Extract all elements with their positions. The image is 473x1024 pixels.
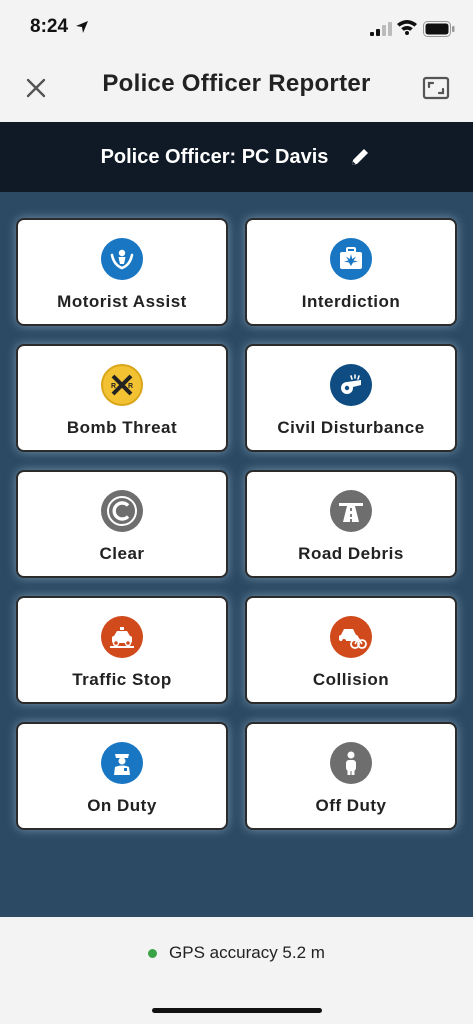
tile-road-debris[interactable]: Road Debris <box>245 470 457 578</box>
home-indicator[interactable] <box>152 1008 322 1013</box>
tile-label: Off Duty <box>315 796 387 815</box>
report-grid: Motorist Assist Interdiction R R Bomb Th… <box>16 218 458 830</box>
location-arrow-icon <box>76 21 88 33</box>
motorist-assist-icon <box>101 238 143 280</box>
tile-label: Civil Disturbance <box>277 418 425 437</box>
tile-label: Bomb Threat <box>66 418 178 437</box>
svg-text:R: R <box>111 383 116 390</box>
tile-label: Traffic Stop <box>72 670 172 689</box>
nav-bar: Police Officer Reporter <box>0 56 473 122</box>
status-bar: 8:24 <box>0 0 473 56</box>
traffic-stop-icon <box>101 616 143 658</box>
whistle-icon <box>330 364 372 406</box>
status-time: 8:24 <box>30 16 69 37</box>
battery-icon <box>423 21 455 37</box>
tile-civil-disturbance[interactable]: Civil Disturbance <box>245 344 457 452</box>
tile-label: Collision <box>312 670 390 689</box>
tile-off-duty[interactable]: Off Duty <box>245 722 457 830</box>
officer-icon <box>101 742 143 784</box>
tile-traffic-stop[interactable]: Traffic Stop <box>16 596 228 704</box>
tile-on-duty[interactable]: On Duty <box>16 722 228 830</box>
tile-label: On Duty <box>87 796 157 815</box>
person-icon <box>330 742 372 784</box>
gps-status-dot <box>148 948 158 958</box>
clear-icon <box>101 490 143 532</box>
road-icon <box>330 490 372 532</box>
officer-label: Police Officer: PC Davis <box>100 145 329 168</box>
expand-button[interactable] <box>421 73 451 103</box>
tile-interdiction[interactable]: Interdiction <box>245 218 457 326</box>
tile-motorist-assist[interactable]: Motorist Assist <box>16 218 228 326</box>
collision-icon <box>330 616 372 658</box>
footer: GPS accuracy 5.2 m <box>0 917 473 1024</box>
report-panel: Motorist Assist Interdiction R R Bomb Th… <box>0 192 473 917</box>
gps-status: GPS accuracy 5.2 m <box>0 943 473 963</box>
tile-label: Clear <box>99 544 145 563</box>
wifi-icon <box>397 20 417 35</box>
tile-label: Road Debris <box>298 544 404 563</box>
signal-icon <box>370 22 392 36</box>
expand-icon <box>422 76 450 100</box>
interdiction-icon <box>330 238 372 280</box>
tile-label: Interdiction <box>301 292 401 311</box>
pencil-icon <box>352 149 369 165</box>
tile-bomb-threat[interactable]: R R Bomb Threat <box>16 344 228 452</box>
page-title: Police Officer Reporter <box>102 70 371 97</box>
edit-officer-button[interactable] <box>348 145 372 169</box>
tile-label: Motorist Assist <box>57 292 187 311</box>
railroad-crossing-icon: R R <box>101 364 143 406</box>
officer-bar: Police Officer: PC Davis <box>0 122 473 192</box>
tile-clear[interactable]: Clear <box>16 470 228 578</box>
gps-accuracy-text: GPS accuracy 5.2 m <box>169 943 325 962</box>
svg-text:R: R <box>128 383 133 390</box>
tile-collision[interactable]: Collision <box>245 596 457 704</box>
